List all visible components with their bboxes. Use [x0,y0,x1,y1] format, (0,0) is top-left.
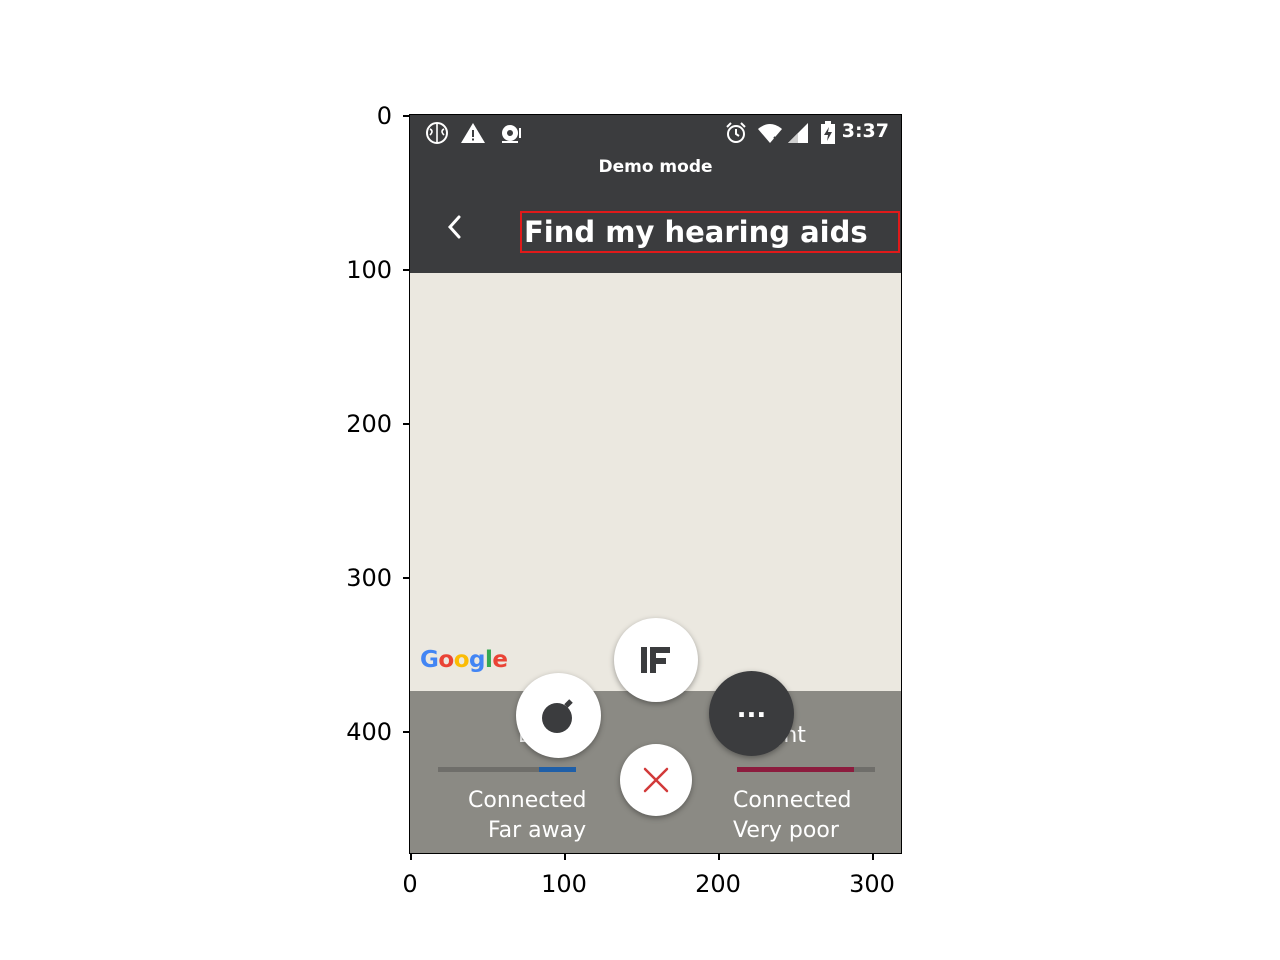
right-signal-text: Very poor [733,818,839,843]
y-tick-mark [403,731,410,733]
app-bar: Find my hearing aids [410,181,901,273]
y-tick-mark [403,115,410,117]
left-signal-text: Far away [488,818,587,843]
left-signal-bar [438,767,576,772]
chevron-left-icon [447,215,461,239]
battery-charging-icon [820,121,836,150]
right-signal-bar [737,767,875,772]
x-tick-label: 300 [849,870,895,898]
left-signal-fill [539,767,576,772]
status-time: 3:37 [841,120,889,142]
y-tick-label: 100 [346,256,392,284]
y-tick-label: 200 [346,410,392,438]
demo-mode-banner: Demo mode [410,151,901,181]
status-bar: 3:37 [410,115,901,151]
phone-screen: 3:37 Demo mode Find my hearing aids Goog… [409,114,902,854]
back-button[interactable] [440,207,470,247]
alarm-icon [724,121,748,150]
x-tick-mark [718,853,720,860]
more-button[interactable]: ... [709,671,794,756]
x-tick-label: 0 [402,870,418,898]
bomb-icon [541,698,573,733]
x-tick-mark [564,853,566,860]
x-tick-mark [410,853,412,860]
left-status: Connected [468,788,587,813]
y-tick-mark [403,577,410,579]
more-icon: ... [736,693,767,724]
warning-icon [460,121,486,150]
right-signal-fill [737,767,854,772]
x-tick-mark [872,853,874,860]
close-icon [643,767,669,793]
bomb-button[interactable] [516,673,601,758]
page-title: Find my hearing aids [520,211,900,253]
y-tick-label: 400 [346,718,392,746]
x-tick-label: 100 [541,870,587,898]
wifi-icon [756,121,784,150]
y-tick-label: 0 [376,102,392,130]
close-button[interactable] [620,744,692,816]
signal-icon [786,121,810,150]
ifttt-icon [641,647,670,673]
y-tick-mark [403,423,410,425]
y-tick-label: 300 [346,564,392,592]
x-tick-label: 200 [695,870,741,898]
ifttt-button[interactable] [614,618,698,702]
brain-icon [424,121,450,150]
right-status: Connected [733,788,852,813]
google-logo: Google [420,647,508,673]
y-tick-mark [403,269,410,271]
notification-icon [498,121,524,150]
